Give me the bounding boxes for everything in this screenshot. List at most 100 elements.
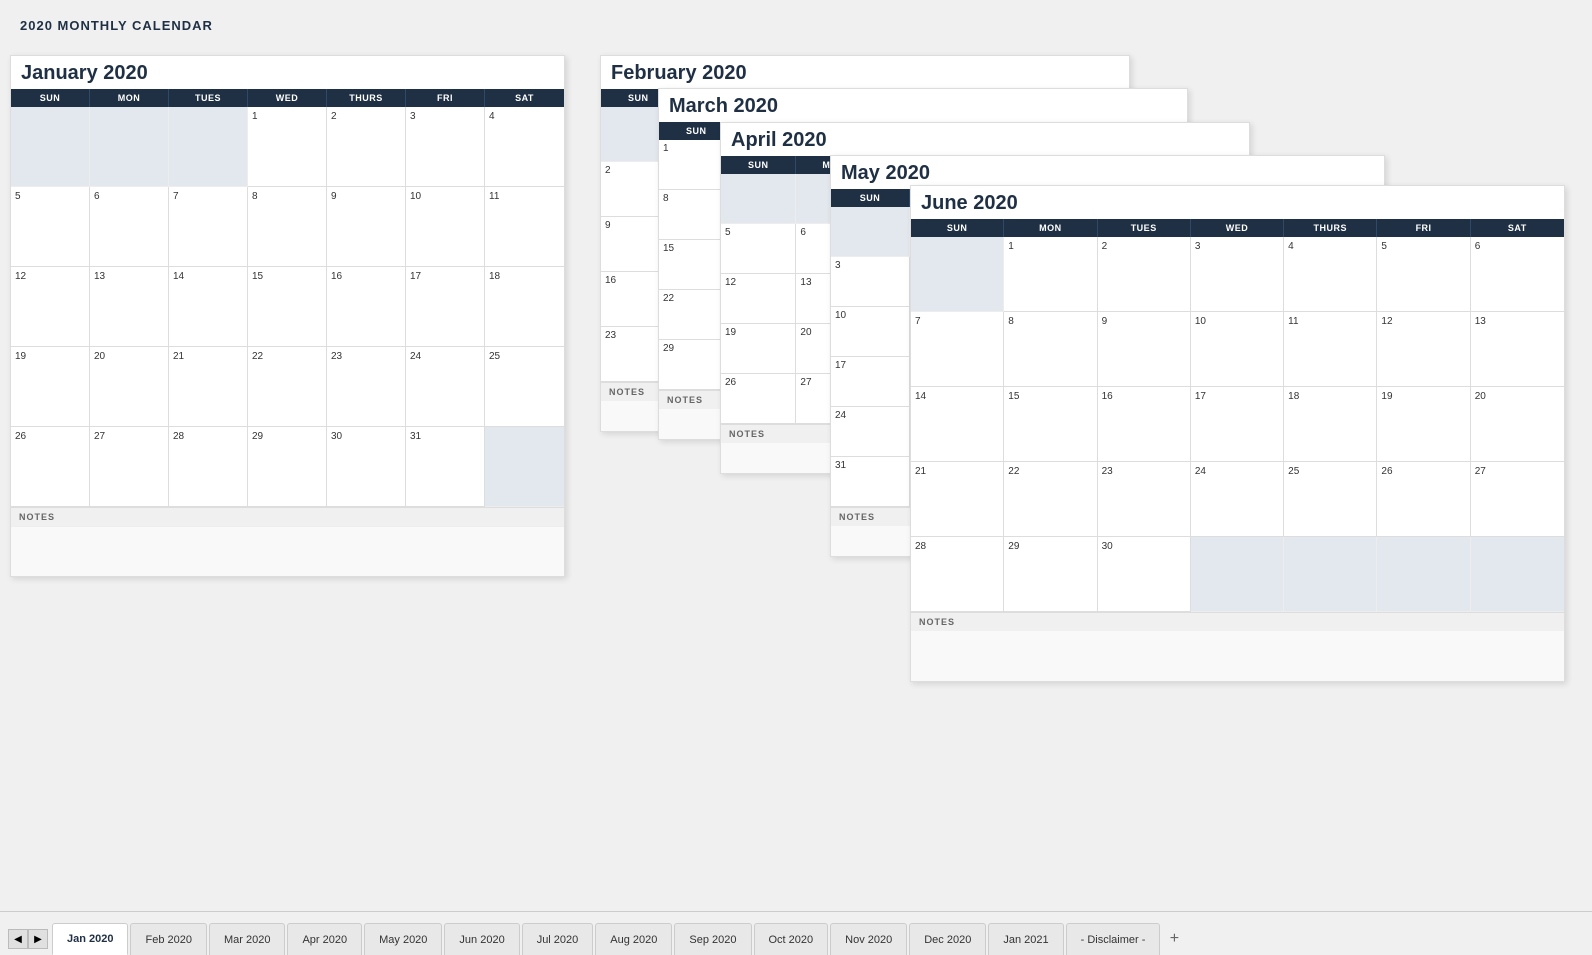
table-row [831,207,910,257]
tab-jan-2020[interactable]: Jan 2020 [52,923,128,955]
tab---disclaimer--[interactable]: - Disclaimer - [1066,923,1161,955]
day-number: 10 [1195,316,1206,327]
table-row: 18 [1284,387,1377,462]
table-row: 7 [911,312,1004,387]
day-number: 12 [1381,316,1392,327]
table-row: 14 [169,267,248,347]
day-number: 6 [1475,241,1481,252]
day-number: 9 [331,191,337,202]
day-number: 3 [410,111,416,122]
day-number: 18 [489,271,500,282]
day-number: 20 [94,351,105,362]
day-number: 5 [15,191,21,202]
day-number: 12 [15,271,26,282]
table-row: 26 [721,374,796,424]
day-number: 8 [1008,316,1014,327]
table-row: 12 [1377,312,1470,387]
table-row: 24 [406,347,485,427]
day-number: 27 [94,431,105,442]
table-row: 15 [1004,387,1097,462]
page-title: 2020 MONTHLY CALENDAR [20,18,1572,33]
table-row: 19 [721,324,796,374]
table-row: 30 [1098,537,1191,612]
main-area: 2020 MONTHLY CALENDAR January 2020 SUN M… [0,0,1592,910]
tab-next-button[interactable]: ▶ [28,929,48,949]
tab-apr-2020[interactable]: Apr 2020 [287,923,362,955]
day-number: 1 [252,111,258,122]
table-row: 16 [327,267,406,347]
day-number: 22 [1008,466,1019,477]
tab-nov-2020[interactable]: Nov 2020 [830,923,907,955]
day-number: 5 [725,227,731,238]
tab-jul-2020[interactable]: Jul 2020 [522,923,594,955]
table-row: 29 [1004,537,1097,612]
tab-jan-2021[interactable]: Jan 2021 [988,923,1063,955]
day-number: 29 [1008,541,1019,552]
table-row: 20 [90,347,169,427]
tab-jun-2020[interactable]: Jun 2020 [444,923,519,955]
day-number: 23 [331,351,342,362]
jun-title: June 2020 [911,186,1564,219]
day-number: 16 [1102,391,1113,402]
table-row: 1 [1004,237,1097,312]
day-number: 17 [835,360,846,371]
tab-prev-button[interactable]: ◀ [8,929,28,949]
day-number: 1 [1008,241,1014,252]
table-row: 3 [831,257,910,307]
day-number: 28 [173,431,184,442]
table-row: 24 [831,407,910,457]
table-row: 17 [406,267,485,347]
day-number: 26 [725,377,736,388]
jan-header: SUN MON TUES WED THURS FRI SAT [11,89,564,107]
table-row [1191,537,1284,612]
tab-may-2020[interactable]: May 2020 [364,923,442,955]
table-row: 11 [1284,312,1377,387]
table-row: 8 [1004,312,1097,387]
jan-h-tue: TUES [169,89,248,107]
day-number: 28 [915,541,926,552]
tab-oct-2020[interactable]: Oct 2020 [754,923,829,955]
table-row [485,427,564,507]
day-number: 27 [1475,466,1486,477]
tab-mar-2020[interactable]: Mar 2020 [209,923,285,955]
day-number: 7 [915,316,921,327]
day-number: 21 [173,351,184,362]
tab-bar: ◀ ▶ Jan 2020Feb 2020Mar 2020Apr 2020May … [0,911,1592,955]
tab-feb-2020[interactable]: Feb 2020 [130,923,206,955]
day-number: 20 [1475,391,1486,402]
table-row: 6 [1471,237,1564,312]
day-number: 11 [1288,316,1298,327]
table-row: 15 [248,267,327,347]
feb-title: February 2020 [601,56,1129,89]
day-number: 25 [1288,466,1299,477]
table-row: 27 [1471,462,1564,537]
table-row: 7 [169,187,248,267]
table-row: 13 [1471,312,1564,387]
table-row: 12 [721,274,796,324]
tab-aug-2020[interactable]: Aug 2020 [595,923,672,955]
jan-h-sat: SAT [485,89,564,107]
day-number: 5 [1381,241,1387,252]
table-row [911,237,1004,312]
jan-body: 1234567891011121314151617181920212223242… [11,107,564,507]
table-row: 10 [831,307,910,357]
tab-dec-2020[interactable]: Dec 2020 [909,923,986,955]
table-row: 5 [1377,237,1470,312]
table-row: 21 [911,462,1004,537]
day-number: 11 [489,191,499,202]
table-row: 31 [831,457,910,507]
tab-sep-2020[interactable]: Sep 2020 [674,923,751,955]
table-row: 10 [406,187,485,267]
day-number: 22 [663,293,674,304]
table-row: 9 [1098,312,1191,387]
day-number: 3 [835,260,841,271]
table-row: 3 [406,107,485,187]
jan-h-fri: FRI [406,89,485,107]
table-row: 2 [327,107,406,187]
table-row [169,107,248,187]
table-row: 25 [485,347,564,427]
table-row: 29 [248,427,327,507]
add-tab-button[interactable]: + [1162,927,1186,951]
day-number: 26 [1381,466,1392,477]
day-number: 19 [15,351,26,362]
